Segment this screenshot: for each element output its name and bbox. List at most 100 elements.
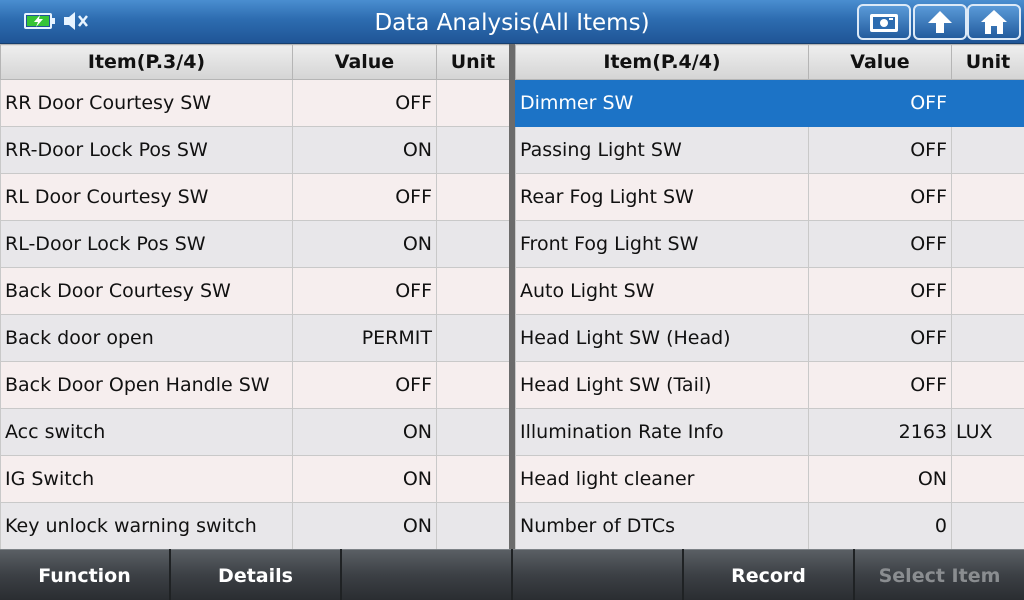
unit-cell <box>436 220 510 268</box>
table-row[interactable]: RR-Door Lock Pos SW ON <box>0 126 510 174</box>
item-name-cell: IG Switch <box>0 455 293 503</box>
table-row[interactable]: IG Switch ON <box>0 455 510 503</box>
value-cell: ON <box>292 220 437 268</box>
table-row[interactable]: Number of DTCs 0 <box>515 502 1024 550</box>
table-row[interactable]: Back Door Courtesy SW OFF <box>0 267 510 315</box>
table-row[interactable]: Back door open PERMIT <box>0 314 510 362</box>
value-cell: OFF <box>292 361 437 409</box>
item-name-cell: Number of DTCs <box>515 502 809 550</box>
left-data-panel: Item(P.3/4) Value Unit RR Door Courtesy … <box>0 44 510 550</box>
column-header-unit[interactable]: Unit <box>436 44 510 80</box>
table-row[interactable]: Key unlock warning switch ON <box>0 502 510 550</box>
home-icon <box>981 10 1007 34</box>
camera-icon <box>870 14 898 32</box>
unit-cell <box>436 502 510 550</box>
unit-cell <box>951 502 1024 550</box>
record-button[interactable]: Record <box>684 549 853 600</box>
home-button[interactable] <box>967 4 1021 40</box>
table-row[interactable]: RR Door Courtesy SW OFF <box>0 79 510 127</box>
table-row[interactable]: Head light cleaner ON <box>515 455 1024 503</box>
bottom-toolbar: Function Details Record Select Item <box>0 549 1024 600</box>
value-cell: OFF <box>808 314 952 362</box>
item-name-cell: Back Door Courtesy SW <box>0 267 293 315</box>
column-header-item[interactable]: Item(P.3/4) <box>0 44 293 80</box>
item-name-cell: Passing Light SW <box>515 126 809 174</box>
unit-cell <box>436 408 510 456</box>
table-row[interactable]: Illumination Rate Info 2163 LUX <box>515 408 1024 456</box>
value-cell: OFF <box>292 173 437 221</box>
unit-cell: LUX <box>951 408 1024 456</box>
item-name-cell: RR Door Courtesy SW <box>0 79 293 127</box>
item-name-cell: Head light cleaner <box>515 455 809 503</box>
empty-button-4[interactable] <box>513 549 682 600</box>
table-row[interactable]: Back Door Open Handle SW OFF <box>0 361 510 409</box>
item-name-cell: Dimmer SW <box>515 79 809 127</box>
value-cell: ON <box>292 126 437 174</box>
value-cell: OFF <box>808 173 952 221</box>
item-name-cell: Head Light SW (Tail) <box>515 361 809 409</box>
unit-cell <box>436 455 510 503</box>
value-cell: ON <box>292 502 437 550</box>
unit-cell <box>951 314 1024 362</box>
table-row[interactable]: RL Door Courtesy SW OFF <box>0 173 510 221</box>
table-row[interactable]: Auto Light SW OFF <box>515 267 1024 315</box>
value-cell: OFF <box>808 361 952 409</box>
function-button[interactable]: Function <box>0 549 169 600</box>
unit-cell <box>951 220 1024 268</box>
unit-cell <box>436 79 510 127</box>
item-name-cell: RR-Door Lock Pos SW <box>0 126 293 174</box>
empty-button-3[interactable] <box>342 549 511 600</box>
value-cell: PERMIT <box>292 314 437 362</box>
unit-cell <box>436 267 510 315</box>
value-cell: OFF <box>808 220 952 268</box>
table-row[interactable]: Acc switch ON <box>0 408 510 456</box>
value-cell: 0 <box>808 502 952 550</box>
value-cell: 2163 <box>808 408 952 456</box>
unit-cell <box>951 455 1024 503</box>
value-cell: OFF <box>808 79 952 127</box>
column-header-value[interactable]: Value <box>808 44 952 80</box>
unit-cell <box>951 361 1024 409</box>
column-header-value[interactable]: Value <box>292 44 437 80</box>
table-row[interactable]: Rear Fog Light SW OFF <box>515 173 1024 221</box>
value-cell: OFF <box>808 267 952 315</box>
unit-cell <box>951 126 1024 174</box>
right-data-panel: Item(P.4/4) Value Unit Dimmer SW OFF Passi… <box>515 44 1024 550</box>
table-row[interactable]: Head Light SW (Head) OFF <box>515 314 1024 362</box>
details-button[interactable]: Details <box>171 549 340 600</box>
value-cell: ON <box>292 455 437 503</box>
item-name-cell: Rear Fog Light SW <box>515 173 809 221</box>
item-name-cell: RL-Door Lock Pos SW <box>0 220 293 268</box>
item-name-cell: Illumination Rate Info <box>515 408 809 456</box>
item-name-cell: RL Door Courtesy SW <box>0 173 293 221</box>
value-cell: OFF <box>292 267 437 315</box>
table-row[interactable]: Passing Light SW OFF <box>515 126 1024 174</box>
back-button[interactable] <box>913 4 967 40</box>
item-name-cell: Head Light SW (Head) <box>515 314 809 362</box>
right-data-table: Item(P.4/4) Value Unit Dimmer SW OFF Passi… <box>515 44 1024 550</box>
unit-cell <box>951 173 1024 221</box>
table-row[interactable]: Dimmer SW OFF <box>515 79 1024 127</box>
value-cell: ON <box>292 408 437 456</box>
screenshot-button[interactable] <box>857 4 911 40</box>
item-name-cell: Back door open <box>0 314 293 362</box>
item-name-cell: Back Door Open Handle SW <box>0 361 293 409</box>
left-data-table: Item(P.3/4) Value Unit RR Door Courtesy … <box>0 44 510 550</box>
column-header-unit[interactable]: Unit <box>951 44 1024 80</box>
unit-cell <box>436 126 510 174</box>
select-item-button[interactable]: Select Item <box>855 549 1024 600</box>
value-cell: OFF <box>292 79 437 127</box>
item-name-cell: Auto Light SW <box>515 267 809 315</box>
speaker-muted-icon[interactable] <box>62 9 90 33</box>
column-header-item[interactable]: Item(P.4/4) <box>515 44 809 80</box>
item-name-cell: Acc switch <box>0 408 293 456</box>
title-bar: Data Analysis(All Items) <box>0 0 1024 44</box>
table-row[interactable]: Front Fog Light SW OFF <box>515 220 1024 268</box>
value-cell: OFF <box>808 126 952 174</box>
table-row[interactable]: RL-Door Lock Pos SW ON <box>0 220 510 268</box>
unit-cell <box>436 173 510 221</box>
table-row[interactable]: Head Light SW (Tail) OFF <box>515 361 1024 409</box>
up-arrow-icon <box>928 11 952 33</box>
unit-cell <box>436 361 510 409</box>
item-name-cell: Front Fog Light SW <box>515 220 809 268</box>
